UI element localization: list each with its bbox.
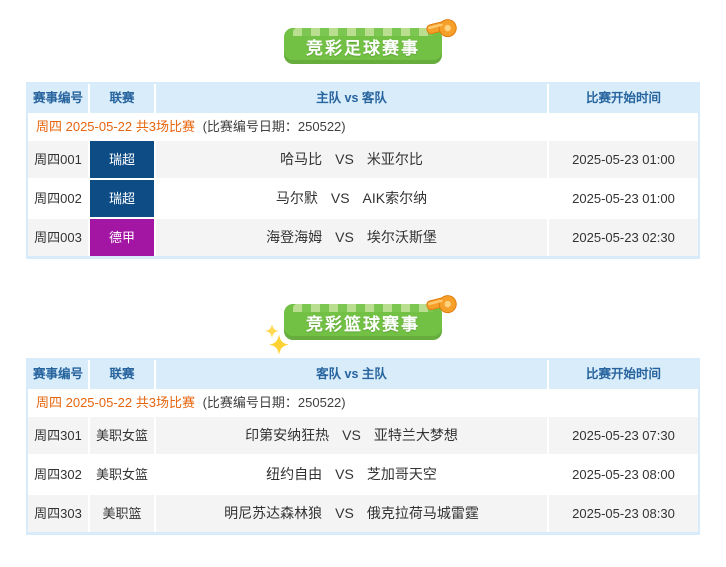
league-name: 美职女篮 <box>90 417 154 454</box>
vs-label: VS <box>335 466 354 482</box>
sparkle-icon <box>265 324 289 354</box>
team-away: 埃尔沃斯堡 <box>366 229 437 245</box>
start-time: 2025-05-23 01:00 <box>549 141 698 178</box>
date-highlight: 周四 2025-05-22 共3场比赛 <box>36 395 195 410</box>
header-start-time: 比赛开始时间 <box>549 360 698 389</box>
whistle-icon <box>426 19 457 38</box>
team-away: 明尼苏达森林狼 <box>224 505 323 521</box>
teams-cell: 明尼苏达森林狼 VS 俄克拉荷马城雷霆 <box>156 495 547 532</box>
teams-cell: 印第安纳狂热 VS 亚特兰大梦想 <box>156 417 547 454</box>
header-league: 联赛 <box>90 360 154 389</box>
header-start-time: 比赛开始时间 <box>549 84 698 113</box>
football-table: 赛事编号 联赛 主队 vs 客队 比赛开始时间 周四 2025-05-22 共3… <box>26 82 700 259</box>
match-row: 周四301 美职女篮 印第安纳狂热 VS 亚特兰大梦想 2025-05-23 07:… <box>28 417 698 454</box>
football-section: 竞彩足球赛事 赛事编号 联赛 主队 vs 客队 比赛开始时间 周四 2025-0… <box>0 19 726 259</box>
banner-scallop-strip <box>293 304 433 312</box>
league-badge: 瑞超 <box>90 180 154 217</box>
start-time: 2025-05-23 08:00 <box>549 456 698 493</box>
team-away: 米亚尔比 <box>366 151 423 167</box>
header-league: 联赛 <box>90 84 154 113</box>
league-badge: 瑞超 <box>90 141 154 178</box>
team-away: 印第安纳狂热 <box>245 427 330 443</box>
match-no: 周四301 <box>28 417 88 454</box>
header-teams: 客队 vs 主队 <box>156 360 547 389</box>
banner-scallop-strip <box>293 28 433 36</box>
match-row: 周四003 德甲 海登海姆 VS 埃尔沃斯堡 2025-05-23 02:30 <box>28 219 698 256</box>
match-no: 周四303 <box>28 495 88 532</box>
date-note: (比赛编号日期：250522) <box>202 119 346 134</box>
vs-label: VS <box>335 505 354 521</box>
team-home: 马尔默 <box>275 190 318 206</box>
start-time: 2025-05-23 02:30 <box>549 219 698 256</box>
start-time: 2025-05-23 08:30 <box>549 495 698 532</box>
league-badge: 德甲 <box>90 219 154 256</box>
team-home: 俄克拉荷马城雷霆 <box>366 505 479 521</box>
vs-label: VS <box>342 427 361 443</box>
match-row: 周四002 瑞超 马尔默 VS AIK索尔纳 2025-05-23 01:00 <box>28 180 698 217</box>
vs-label: VS <box>330 190 350 206</box>
header-match-no: 赛事编号 <box>28 84 88 113</box>
football-table-header: 赛事编号 联赛 主队 vs 客队 比赛开始时间 <box>28 84 698 113</box>
vs-label: VS <box>335 151 354 167</box>
header-teams: 主队 vs 客队 <box>156 84 547 113</box>
match-no: 周四001 <box>28 141 88 178</box>
match-no: 周四302 <box>28 456 88 493</box>
basketball-banner-title: 竞彩篮球赛事 <box>306 315 420 334</box>
teams-cell: 纽约自由 VS 芝加哥天空 <box>156 456 547 493</box>
page: 竞彩足球赛事 赛事编号 联赛 主队 vs 客队 比赛开始时间 周四 2025-0… <box>0 0 726 567</box>
match-row: 周四302 美职女篮 纽约自由 VS 芝加哥天空 2025-05-23 08:00 <box>28 456 698 493</box>
start-time: 2025-05-23 01:00 <box>549 180 698 217</box>
basketball-table: 赛事编号 联赛 客队 vs 主队 比赛开始时间 周四 2025-05-22 共3… <box>26 358 700 535</box>
date-note: (比赛编号日期：250522) <box>202 395 346 410</box>
whistle-icon <box>426 295 457 314</box>
team-away: AIK索尔纳 <box>362 190 428 206</box>
team-away: 纽约自由 <box>266 466 323 482</box>
match-no: 周四003 <box>28 219 88 256</box>
match-row: 周四001 瑞超 哈马比 VS 米亚尔比 2025-05-23 01:00 <box>28 141 698 178</box>
match-no: 周四002 <box>28 180 88 217</box>
team-home: 哈马比 <box>280 151 323 167</box>
teams-cell: 马尔默 VS AIK索尔纳 <box>156 180 547 217</box>
teams-cell: 海登海姆 VS 埃尔沃斯堡 <box>156 219 547 256</box>
football-date-row: 周四 2025-05-22 共3场比赛 (比赛编号日期：250522) <box>28 113 698 141</box>
league-name: 美职篮 <box>90 495 154 532</box>
basketball-date-row: 周四 2025-05-22 共3场比赛 (比赛编号日期：250522) <box>28 389 698 417</box>
header-match-no: 赛事编号 <box>28 360 88 389</box>
league-name: 美职女篮 <box>90 456 154 493</box>
basketball-banner: 竞彩篮球赛事 <box>265 295 457 354</box>
team-home: 芝加哥天空 <box>366 466 437 482</box>
start-time: 2025-05-23 07:30 <box>549 417 698 454</box>
team-home: 海登海姆 <box>266 229 323 245</box>
vs-label: VS <box>335 229 354 245</box>
team-home: 亚特兰大梦想 <box>373 427 458 443</box>
date-highlight: 周四 2025-05-22 共3场比赛 <box>36 119 195 134</box>
basketball-table-header: 赛事编号 联赛 客队 vs 主队 比赛开始时间 <box>28 360 698 389</box>
football-banner-title: 竞彩足球赛事 <box>306 39 420 58</box>
basketball-section: 竞彩篮球赛事 赛事编号 联赛 客队 vs 主队 比赛开始时间 周四 2025-0… <box>0 295 726 535</box>
football-banner: 竞彩足球赛事 <box>284 19 457 64</box>
teams-cell: 哈马比 VS 米亚尔比 <box>156 141 547 178</box>
match-row: 周四303 美职篮 明尼苏达森林狼 VS 俄克拉荷马城雷霆 2025-05-23 0… <box>28 495 698 532</box>
